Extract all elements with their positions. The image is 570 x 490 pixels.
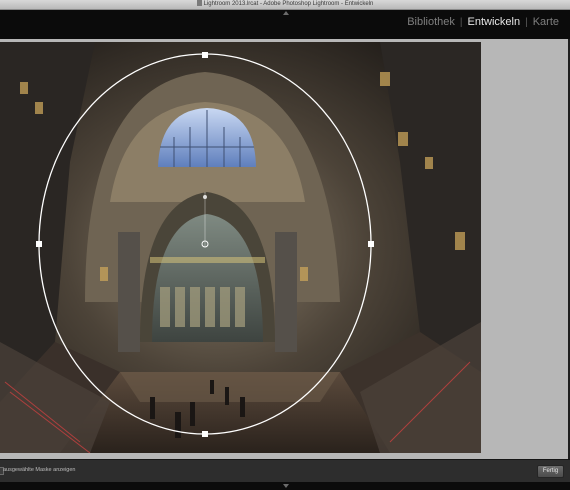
module-bibliothek[interactable]: Bibliothek [402, 16, 460, 28]
module-bar: Bibliothek | Entwickeln | Karte [0, 10, 570, 39]
photo-preview[interactable] [0, 42, 481, 453]
radial-handle-right[interactable] [368, 241, 374, 247]
triangle-up-icon[interactable] [283, 11, 289, 15]
develop-toolbar: ausgewählte Maske anzeigen Fertig [0, 459, 570, 482]
window-title: Lightroom 2013.lrcat - Adobe Photoshop L… [203, 1, 374, 7]
module-entwickeln[interactable]: Entwickeln [463, 16, 526, 28]
show-mask-label: ausgewählte Maske anzeigen [3, 467, 76, 473]
radial-pin-secondary[interactable] [203, 195, 207, 199]
done-button[interactable]: Fertig [537, 465, 564, 478]
window-titlebar: Lightroom 2013.lrcat - Adobe Photoshop L… [0, 0, 570, 10]
window-title-area: Lightroom 2013.lrcat - Adobe Photoshop L… [0, 0, 570, 9]
radial-handle-left[interactable] [36, 241, 42, 247]
radial-handle-bottom[interactable] [202, 431, 208, 437]
document-icon [196, 0, 202, 7]
module-karte[interactable]: Karte [528, 16, 564, 28]
triangle-down-icon[interactable] [283, 484, 289, 488]
module-picker: Bibliothek | Entwickeln | Karte [402, 16, 564, 28]
filmstrip-bar [0, 482, 570, 490]
photo-image [0, 42, 481, 453]
radial-handle-top[interactable] [202, 52, 208, 58]
